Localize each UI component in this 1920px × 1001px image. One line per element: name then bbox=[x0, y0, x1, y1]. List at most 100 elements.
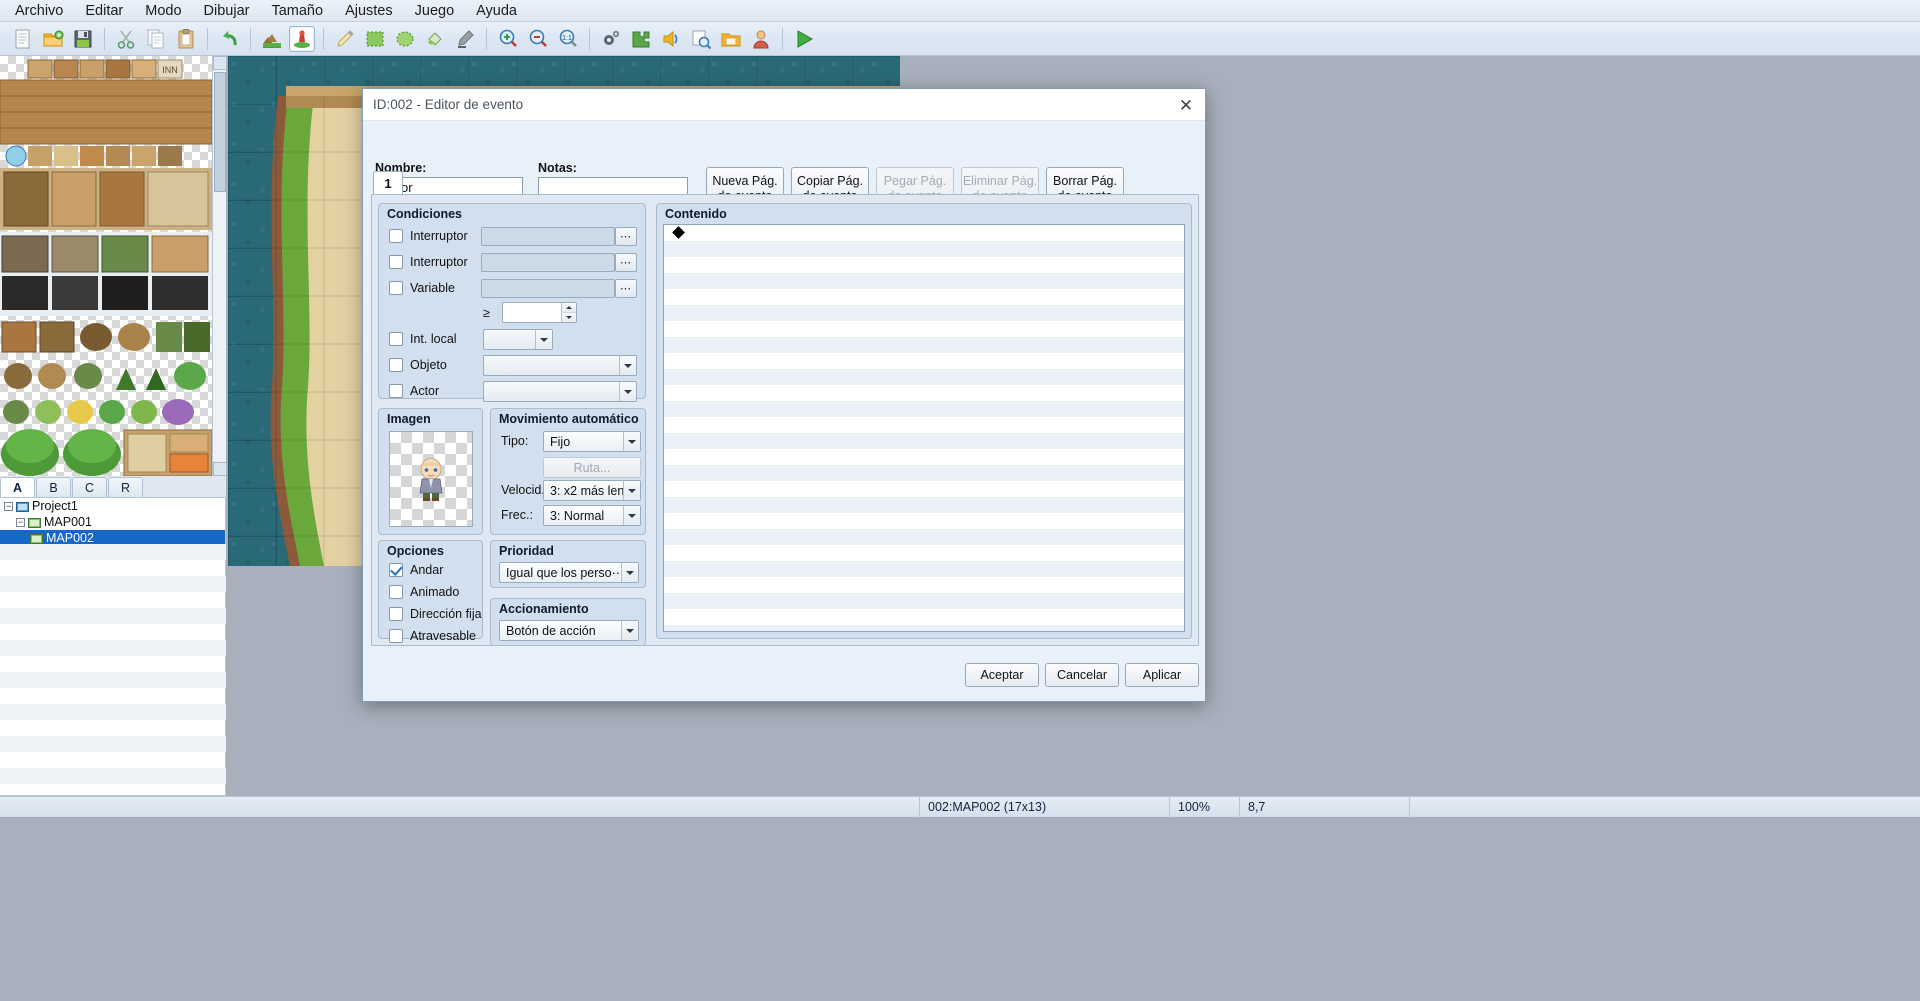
sound-test-icon[interactable] bbox=[658, 26, 684, 52]
zoom-in-icon[interactable] bbox=[495, 26, 521, 52]
command-row[interactable] bbox=[664, 417, 1184, 433]
event-page-tab-1[interactable]: 1 bbox=[373, 171, 403, 195]
tileset-palette[interactable]: INN bbox=[0, 56, 212, 476]
chevron-down-icon[interactable] bbox=[623, 481, 640, 500]
chevron-down-icon[interactable] bbox=[619, 356, 636, 375]
condition-actor-checkbox[interactable] bbox=[389, 384, 403, 398]
spinner-down-arrow[interactable] bbox=[561, 312, 576, 322]
command-row[interactable] bbox=[664, 337, 1184, 353]
movement-speed-select[interactable]: 3: x2 más len⋯ bbox=[543, 480, 641, 501]
chevron-down-icon[interactable] bbox=[535, 330, 552, 349]
fill-bucket-icon[interactable] bbox=[422, 26, 448, 52]
condition-variable-checkbox[interactable] bbox=[389, 281, 403, 295]
command-row[interactable] bbox=[664, 625, 1184, 631]
ellipse-icon[interactable] bbox=[392, 26, 418, 52]
scroll-down-arrow[interactable] bbox=[213, 462, 227, 476]
resource-manager-icon[interactable] bbox=[718, 26, 744, 52]
condition-switch-2-checkbox[interactable] bbox=[389, 255, 403, 269]
command-row[interactable] bbox=[664, 609, 1184, 625]
condition-item-select[interactable] bbox=[483, 355, 637, 376]
condition-variable-field[interactable] bbox=[481, 279, 615, 298]
cut-scissors-icon[interactable] bbox=[113, 26, 139, 52]
menu-item-ajustes[interactable]: Ajustes bbox=[334, 1, 404, 21]
condition-switch-2-field[interactable] bbox=[481, 253, 615, 272]
command-row[interactable] bbox=[664, 561, 1184, 577]
option-step-anime-checkbox[interactable] bbox=[389, 585, 403, 599]
tree-node-map001[interactable]: − MAP001 bbox=[0, 514, 225, 530]
condition-local-switch-checkbox[interactable] bbox=[389, 332, 403, 346]
copy-icon[interactable] bbox=[143, 26, 169, 52]
trigger-select[interactable]: Botón de acción bbox=[499, 620, 639, 641]
tileset-tab-r[interactable]: R bbox=[108, 477, 143, 497]
command-row[interactable] bbox=[664, 529, 1184, 545]
command-row[interactable] bbox=[664, 465, 1184, 481]
command-row[interactable] bbox=[664, 257, 1184, 273]
scroll-thumb[interactable] bbox=[214, 72, 226, 192]
command-row-first[interactable] bbox=[664, 225, 1184, 241]
condition-local-switch-select[interactable] bbox=[483, 329, 553, 350]
chevron-down-icon[interactable] bbox=[623, 506, 640, 525]
command-row[interactable] bbox=[664, 497, 1184, 513]
command-row[interactable] bbox=[664, 305, 1184, 321]
cancel-button[interactable]: Cancelar bbox=[1045, 663, 1119, 687]
chevron-down-icon[interactable] bbox=[621, 621, 638, 640]
command-row[interactable] bbox=[664, 241, 1184, 257]
movement-type-select[interactable]: Fijo bbox=[543, 431, 641, 452]
chevron-down-icon[interactable] bbox=[623, 432, 640, 451]
command-row[interactable] bbox=[664, 369, 1184, 385]
apply-button[interactable]: Aplicar bbox=[1125, 663, 1199, 687]
tree-node-project[interactable]: − Project1 bbox=[0, 498, 225, 514]
tileset-scrollbar[interactable] bbox=[212, 56, 227, 476]
tileset-tab-b[interactable]: B bbox=[36, 477, 71, 497]
paste-clipboard-icon[interactable] bbox=[173, 26, 199, 52]
menu-item-ayuda[interactable]: Ayuda bbox=[465, 1, 528, 21]
map-tree[interactable]: − Project1 − MAP001 MAP002 bbox=[0, 498, 226, 796]
close-icon[interactable]: ✕ bbox=[1171, 92, 1201, 118]
tileset-tab-a[interactable]: A bbox=[0, 477, 35, 497]
accept-button[interactable]: Aceptar bbox=[965, 663, 1039, 687]
character-gen-icon[interactable] bbox=[748, 26, 774, 52]
condition-item-checkbox[interactable] bbox=[389, 358, 403, 372]
command-row[interactable] bbox=[664, 577, 1184, 593]
option-direction-fix-checkbox[interactable] bbox=[389, 607, 403, 621]
option-walk-checkbox[interactable] bbox=[389, 563, 403, 577]
command-row[interactable] bbox=[664, 481, 1184, 497]
menu-item-archivo[interactable]: Archivo bbox=[4, 1, 74, 21]
spinner-up-arrow[interactable] bbox=[561, 303, 576, 313]
event-command-list[interactable] bbox=[663, 224, 1185, 632]
command-row[interactable] bbox=[664, 353, 1184, 369]
menu-item-editar[interactable]: Editar bbox=[74, 1, 134, 21]
plugin-puzzle-icon[interactable] bbox=[628, 26, 654, 52]
database-gear-icon[interactable] bbox=[598, 26, 624, 52]
zoom-out-icon[interactable] bbox=[525, 26, 551, 52]
menu-item-tamano[interactable]: Tamaño bbox=[260, 1, 334, 21]
rectangle-icon[interactable] bbox=[362, 26, 388, 52]
pencil-icon[interactable] bbox=[332, 26, 358, 52]
shadow-pen-icon[interactable] bbox=[452, 26, 478, 52]
command-row[interactable] bbox=[664, 321, 1184, 337]
condition-switch-2-browse-button[interactable]: ⋯ bbox=[615, 253, 637, 272]
command-row[interactable] bbox=[664, 385, 1184, 401]
option-through-checkbox[interactable] bbox=[389, 629, 403, 643]
command-row[interactable] bbox=[664, 593, 1184, 609]
menu-item-dibujar[interactable]: Dibujar bbox=[193, 1, 261, 21]
event-image-preview[interactable] bbox=[389, 431, 473, 527]
movement-frequency-select[interactable]: 3: Normal bbox=[543, 505, 641, 526]
expander-icon[interactable]: − bbox=[4, 501, 13, 511]
variable-value-spinner[interactable] bbox=[502, 302, 577, 323]
menu-item-juego[interactable]: Juego bbox=[404, 1, 466, 21]
event-search-icon[interactable] bbox=[688, 26, 714, 52]
save-disk-icon[interactable] bbox=[70, 26, 96, 52]
chevron-down-icon[interactable] bbox=[619, 382, 636, 401]
command-row[interactable] bbox=[664, 449, 1184, 465]
open-folder-icon[interactable] bbox=[40, 26, 66, 52]
expander-icon[interactable]: − bbox=[16, 517, 25, 527]
condition-switch-1-field[interactable] bbox=[481, 227, 615, 246]
playtest-play-icon[interactable] bbox=[791, 26, 817, 52]
scroll-up-arrow[interactable] bbox=[213, 56, 227, 70]
condition-variable-browse-button[interactable]: ⋯ bbox=[615, 279, 637, 298]
condition-actor-select[interactable] bbox=[483, 381, 637, 402]
command-row[interactable] bbox=[664, 273, 1184, 289]
new-file-icon[interactable] bbox=[10, 26, 36, 52]
event-pin-icon[interactable] bbox=[289, 25, 315, 52]
